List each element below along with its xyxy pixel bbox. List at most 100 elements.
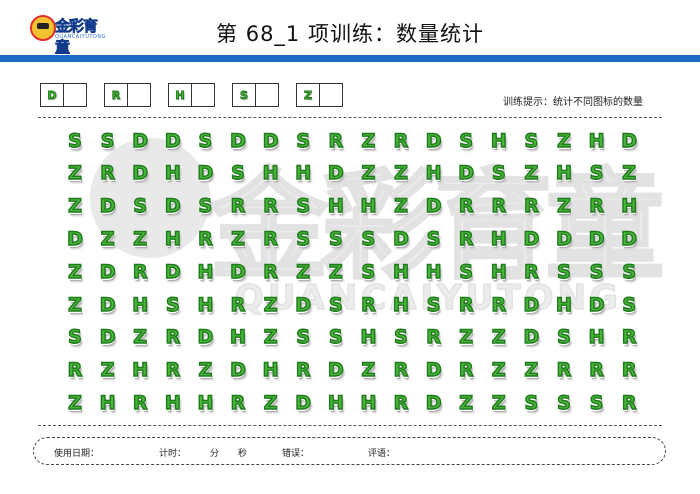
letter-r-icon: R [523,195,539,218]
letter-r-icon: R [263,260,279,283]
letter-r-icon: R [197,227,213,250]
letter-s-icon: S [622,293,637,316]
letter-h-icon: H [197,260,214,283]
letter-d-icon: D [164,260,181,283]
letter-h-icon: H [132,293,149,316]
letter-z-icon: Z [230,227,245,250]
letter-d-icon: D [99,260,116,283]
letter-r-icon: R [621,326,637,349]
letter-s-icon: S [556,391,571,414]
letter-h-icon: H [490,260,507,283]
letter-z-icon: Z [556,129,571,152]
letter-h-icon: H [360,195,377,218]
letter-d-icon: D [425,195,442,218]
letter-z-icon: Z [361,129,376,152]
letter-r-icon: R [295,359,311,382]
letter-s-icon: S [296,227,311,250]
letter-z-icon: Z [491,391,506,414]
letter-s-icon: S [556,326,571,349]
letter-d-icon: D [458,162,475,185]
key-box-d: D [40,83,87,107]
letter-d-icon: D [425,391,442,414]
letter-h-icon: H [490,227,507,250]
letter-r-icon: R [360,293,376,316]
letter-r-icon: R [230,391,246,414]
letter-h-icon: H [99,391,116,414]
letter-d-icon: D [327,162,344,185]
letter-h-icon: H [425,162,442,185]
letter-s-icon: S [589,260,604,283]
letter-s-icon: S [459,129,474,152]
letter-z-icon: Z [491,326,506,349]
answer-box[interactable] [62,83,87,107]
answer-box[interactable] [254,83,279,107]
letter-s-icon: S [133,195,148,218]
letter-s-icon: S [296,326,311,349]
letter-z-icon: Z [393,195,408,218]
letter-z-icon: Z [296,260,311,283]
letter-h-icon: H [262,359,279,382]
letter-h-icon: H [132,359,149,382]
letter-s-icon: S [426,293,441,316]
answer-box[interactable] [190,83,215,107]
letter-z-icon: Z [393,162,408,185]
key-box-r: R [104,83,151,107]
letter-s-icon: S [67,129,82,152]
key-glyph: R [111,88,121,102]
letter-s-icon: S [622,260,637,283]
letter-d-icon: D [295,391,312,414]
letter-h-icon: H [588,129,605,152]
answer-box[interactable] [318,83,343,107]
letter-s-icon: S [230,162,245,185]
letter-z-icon: Z [556,195,571,218]
letter-r-icon: R [132,391,148,414]
letter-r-icon: R [263,195,279,218]
letter-h-icon: H [327,195,344,218]
letter-z-icon: Z [263,293,278,316]
letter-z-icon: Z [67,293,82,316]
letter-d-icon: D [197,162,214,185]
letter-h-icon: H [360,326,377,349]
letter-s-icon: S [524,129,539,152]
footer-time-label: 计时： [159,449,187,459]
letter-r-icon: R [230,293,246,316]
letter-h-icon: H [295,162,312,185]
letter-d-icon: D [229,129,246,152]
page-title: 第 68_1 项训练：数量统计 [216,22,484,46]
key-box-s: S [232,83,279,107]
letter-s-icon: S [426,227,441,250]
letter-d-icon: D [621,129,638,152]
letter-h-icon: H [490,129,507,152]
letter-s-icon: S [67,326,82,349]
letter-z-icon: Z [361,359,376,382]
worksheet-page: 金彩育童 QUANCAIYUTONG 第 68_1 项训练：数量统计 D R H… [0,0,700,494]
letter-h-icon: H [360,391,377,414]
letter-r-icon: R [100,162,116,185]
letter-d-icon: D [555,227,572,250]
letter-d-icon: D [99,195,116,218]
letter-r-icon: R [556,359,572,382]
letter-r-icon: R [165,326,181,349]
footer-date-label: 使用日期： [54,449,100,459]
key-glyph: Z [304,88,313,102]
answer-box[interactable] [126,83,151,107]
letter-s-icon: S [296,129,311,152]
letter-s-icon: S [556,260,571,283]
letter-r-icon: R [458,195,474,218]
letter-d-icon: D [392,227,409,250]
letter-z-icon: Z [622,162,637,185]
letter-s-icon: S [100,129,115,152]
letter-z-icon: Z [459,391,474,414]
letter-r-icon: R [393,359,409,382]
letter-r-icon: R [328,129,344,152]
footer-seconds-label: 秒 [238,449,248,459]
letter-h-icon: H [621,195,638,218]
letter-h-icon: H [588,326,605,349]
letter-r-icon: R [426,326,442,349]
key-glyph: D [47,88,57,102]
letter-s-icon: S [393,326,408,349]
key-box-h: H [168,83,215,107]
letter-s-icon: S [459,260,474,283]
key-box-z: Z [296,83,343,107]
letter-r-icon: R [589,359,605,382]
